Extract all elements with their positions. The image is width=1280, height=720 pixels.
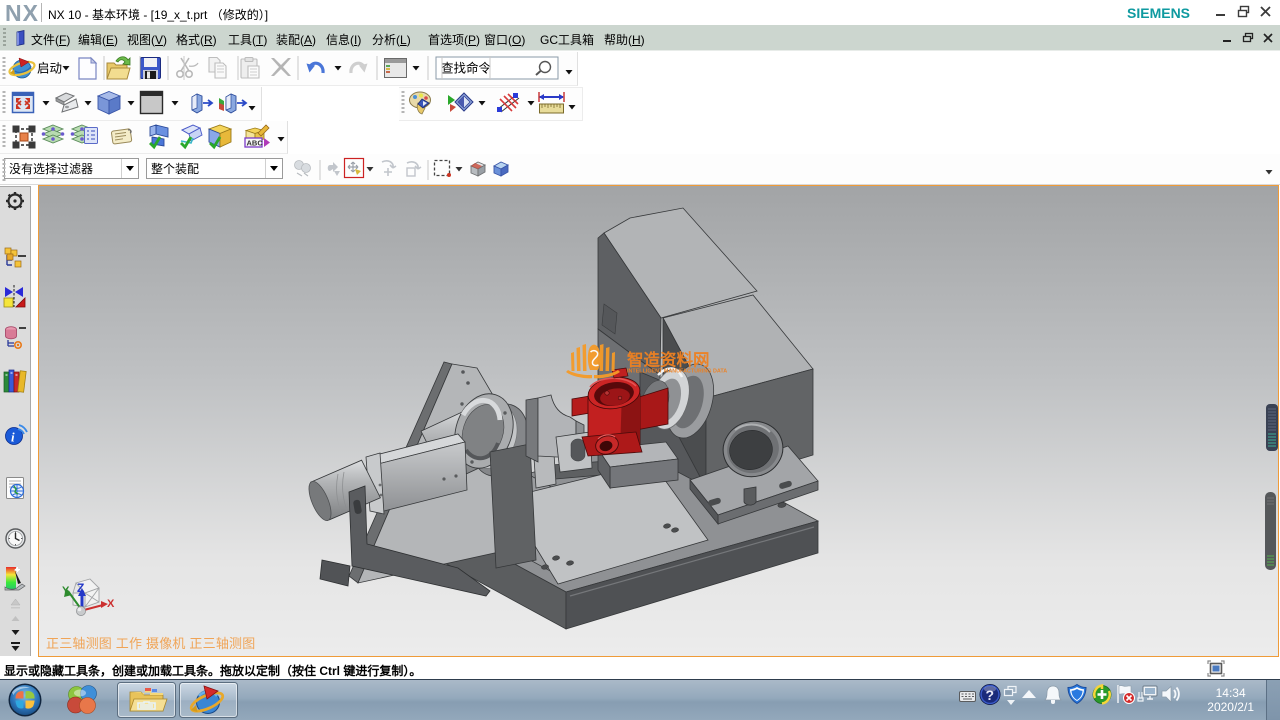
- svg-text:智造资料网: 智造资料网: [627, 350, 710, 370]
- svg-text:启动: 启动: [37, 62, 62, 76]
- svg-text:i: i: [11, 430, 15, 445]
- svg-text:X: X: [107, 598, 115, 610]
- svg-text:ABC: ABC: [247, 139, 264, 148]
- svg-text:Y: Y: [62, 585, 70, 597]
- svg-text:INTELLIGENT MANUFACTURING DATA: INTELLIGENT MANUFACTURING DATA: [627, 369, 727, 375]
- svg-text:查找命令: 查找命令: [441, 61, 492, 76]
- svg-text:Z: Z: [77, 581, 84, 595]
